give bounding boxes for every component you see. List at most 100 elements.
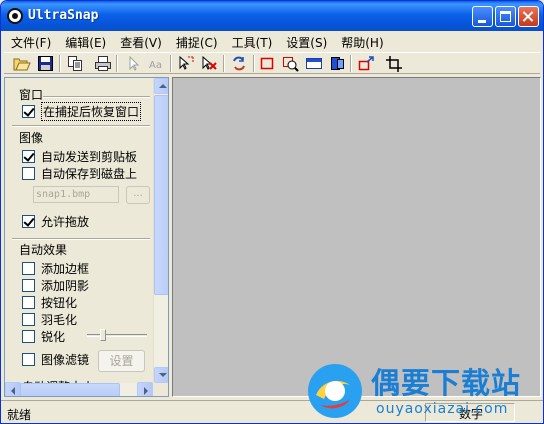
effects-group-title: 自动效果	[19, 243, 68, 257]
save-to-disk-label: 自动保存到磁盘上	[41, 166, 138, 181]
chevron-up-icon	[159, 84, 167, 88]
image-filter-option[interactable]: 图像滤镜	[22, 351, 89, 367]
sharpen-slider-track[interactable]	[87, 334, 147, 337]
button-effect-checkbox[interactable]	[22, 295, 35, 309]
restore-after-capture-checkbox[interactable]	[22, 104, 35, 118]
restore-after-capture-option[interactable]: 在捕捉后恢复窗口	[22, 101, 142, 121]
sharpen-slider-thumb[interactable]	[100, 329, 106, 341]
watermark-title: 偶要下载站	[371, 366, 522, 400]
minimize-icon	[478, 20, 486, 23]
window-group-title: 窗口	[19, 88, 44, 102]
delete-selection-icon[interactable]	[200, 55, 218, 72]
minimize-button[interactable]	[472, 6, 493, 27]
close-button[interactable]	[518, 6, 539, 27]
toolbar-separator	[350, 55, 352, 72]
capture-canvas[interactable]	[172, 77, 541, 397]
vertical-scroll-thumb[interactable]	[154, 95, 168, 295]
toolbar-separator	[223, 55, 225, 72]
title-bar[interactable]: UltraSnap	[1, 1, 543, 31]
add-shadow-label: 添加阴影	[41, 278, 90, 293]
add-shadow-checkbox[interactable]	[22, 278, 35, 292]
send-to-clipboard-option[interactable]: 自动发送到剪贴板	[22, 148, 137, 164]
app-logo-icon[interactable]	[7, 8, 23, 24]
button-effect-option[interactable]: 按钮化	[22, 294, 77, 310]
feather-checkbox[interactable]	[22, 312, 35, 326]
menu-settings[interactable]: 设置(S)	[286, 32, 327, 50]
scroll-right-button[interactable]	[137, 382, 153, 396]
sharpen-option[interactable]: 锐化	[22, 328, 65, 344]
copy-icon[interactable]	[66, 55, 84, 72]
app-window: UltraSnap 文件(F) 编辑(E) 查看(V) 捕捉(C) 工具(T) …	[0, 0, 544, 424]
chevron-down-icon	[159, 373, 167, 377]
watermark: 偶要下载站 ouyaoxiazai.com	[304, 357, 540, 423]
toolbar-separator	[116, 55, 118, 72]
refresh-icon[interactable]	[230, 55, 248, 72]
restore-after-capture-label: 在捕捉后恢复窗口	[41, 101, 142, 121]
status-text: 就绪	[7, 408, 32, 422]
send-to-clipboard-label: 自动发送到剪贴板	[41, 149, 138, 164]
text-icon[interactable]: Aa	[147, 55, 165, 72]
capture-window-icon[interactable]	[305, 55, 323, 72]
horizontal-scroll-thumb[interactable]	[20, 383, 120, 396]
send-to-clipboard-checkbox[interactable]	[22, 149, 35, 163]
add-border-checkbox[interactable]	[22, 261, 35, 275]
watermark-url: ouyaoxiazai.com	[376, 401, 509, 417]
watermark-logo-icon	[308, 364, 362, 418]
crop-icon[interactable]	[385, 55, 403, 72]
panel-horizontal-scrollbar[interactable]	[5, 382, 153, 396]
save-to-disk-checkbox[interactable]	[22, 166, 35, 180]
menu-tools[interactable]: 工具(T)	[232, 32, 273, 50]
browse-button[interactable]: ...	[126, 186, 150, 204]
capture-menu-icon[interactable]	[357, 55, 375, 72]
divider	[43, 96, 150, 98]
scroll-down-button[interactable]	[154, 367, 168, 383]
panel-vertical-scrollbar[interactable]	[153, 78, 168, 383]
pointer-icon[interactable]	[124, 55, 142, 72]
save-icon[interactable]	[37, 55, 55, 72]
add-border-label: 添加边框	[41, 261, 90, 276]
scroll-left-button[interactable]	[5, 382, 21, 396]
capture-rectangle-icon[interactable]	[258, 55, 276, 72]
menu-bar: 文件(F) 编辑(E) 查看(V) 捕捉(C) 工具(T) 设置(S) 帮助(H…	[4, 32, 540, 50]
capture-object-icon[interactable]	[328, 55, 346, 72]
menu-capture[interactable]: 捕捉(C)	[176, 32, 218, 50]
maximize-icon	[500, 11, 511, 22]
toolbar-separator	[253, 55, 255, 72]
menu-view[interactable]: 查看(V)	[120, 32, 162, 50]
chevron-right-icon	[144, 387, 148, 395]
allow-drag-option[interactable]: 允许拖放	[22, 213, 89, 229]
menu-help[interactable]: 帮助(H)	[341, 32, 383, 50]
filename-field[interactable]: snap1.bmp	[33, 186, 119, 203]
feather-option[interactable]: 羽毛化	[22, 311, 77, 327]
toolbar-separator	[170, 55, 172, 72]
open-icon[interactable]	[13, 55, 31, 72]
maximize-button[interactable]	[495, 6, 516, 27]
toolbar: Aa	[4, 52, 540, 74]
menu-file[interactable]: 文件(F)	[11, 32, 51, 50]
allow-drag-label: 允许拖放	[41, 214, 90, 229]
save-to-disk-option[interactable]: 自动保存到磁盘上	[22, 165, 137, 181]
select-icon[interactable]	[177, 55, 195, 72]
filter-settings-button[interactable]: 设置	[98, 350, 145, 372]
svg-text:Aa: Aa	[149, 60, 162, 71]
settings-panel: 窗口 在捕捉后恢复窗口 图像 自动发送到剪贴板 自动保存到磁盘上 snap1.b…	[4, 77, 169, 397]
image-filter-checkbox[interactable]	[22, 352, 35, 366]
scroll-up-button[interactable]	[154, 78, 168, 94]
image-group-title: 图像	[19, 131, 44, 145]
close-icon	[519, 7, 538, 26]
sharpen-label: 锐化	[41, 329, 66, 344]
sharpen-checkbox[interactable]	[22, 329, 35, 343]
add-border-option[interactable]: 添加边框	[22, 260, 89, 276]
button-effect-label: 按钮化	[41, 295, 78, 310]
image-filter-label: 图像滤镜	[41, 352, 90, 367]
feather-label: 羽毛化	[41, 312, 78, 327]
menu-edit[interactable]: 编辑(E)	[65, 32, 106, 50]
print-icon[interactable]	[94, 55, 112, 72]
capture-region-icon[interactable]	[281, 55, 299, 72]
divider	[12, 125, 150, 127]
divider	[12, 238, 150, 240]
chevron-left-icon	[11, 387, 15, 395]
add-shadow-option[interactable]: 添加阴影	[22, 277, 89, 293]
allow-drag-checkbox[interactable]	[22, 214, 35, 228]
toolbar-separator	[59, 55, 61, 72]
